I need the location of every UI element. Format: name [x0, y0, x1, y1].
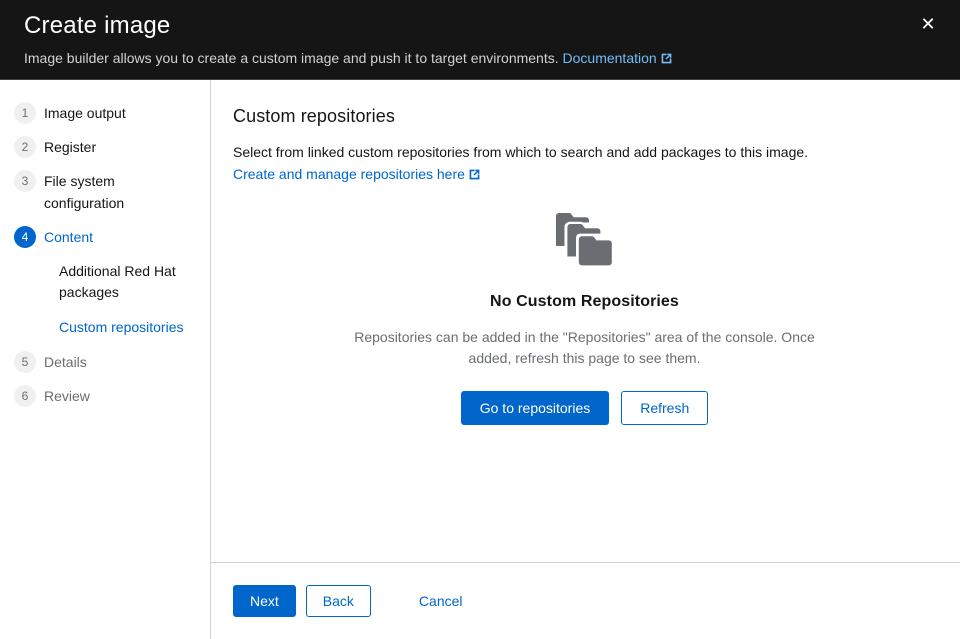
sidebar-subitem-label: Custom repositories [59, 319, 184, 335]
wizard-step-list: 1 Image output 2 Register 3 File system … [0, 96, 210, 413]
step-number-1: 1 [14, 102, 36, 124]
sidebar-item-details[interactable]: 5 Details [0, 345, 210, 379]
back-button[interactable]: Back [305, 585, 371, 617]
next-button[interactable]: Next [233, 585, 296, 617]
wizard-main: Custom repositories Select from linked c… [211, 80, 960, 639]
empty-state-title: No Custom Repositories [490, 293, 679, 310]
sidebar-item-register[interactable]: 2 Register [0, 130, 210, 164]
step-number-2: 2 [14, 136, 36, 158]
sidebar-item-label: File system configuration [44, 173, 125, 211]
sidebar-item-label: Review [44, 388, 90, 404]
wizard-subtitle-text: Image builder allows you to create a cus… [24, 50, 559, 66]
empty-state-body: Repositories can be added in the "Reposi… [354, 329, 815, 366]
close-icon[interactable]: ✕ [910, 6, 946, 42]
step-number-3: 3 [14, 170, 36, 192]
refresh-button[interactable]: Refresh [621, 391, 709, 425]
manage-repositories-link-label: Create and manage repositories here [233, 166, 465, 182]
sidebar-item-label: Image output [44, 105, 126, 121]
page-title: Create image [24, 12, 171, 39]
external-link-icon [660, 50, 673, 70]
sidebar-item-content[interactable]: 4 Content [0, 220, 210, 254]
section-title: Custom repositories [233, 106, 395, 126]
sidebar-item-label: Register [44, 139, 97, 155]
cancel-button[interactable]: Cancel [403, 586, 479, 616]
create-image-wizard: Create image Image builder allows you to… [0, 0, 960, 639]
documentation-link[interactable]: Documentation [563, 50, 673, 66]
wizard-footer: Next Back Cancel [211, 562, 960, 639]
sidebar-item-review[interactable]: 6 Review [0, 379, 210, 413]
wizard-header: Create image Image builder allows you to… [0, 0, 960, 80]
external-link-icon [468, 166, 481, 187]
sidebar-item-file-system-configuration[interactable]: 3 File system configuration [0, 164, 210, 220]
manage-repositories-link[interactable]: Create and manage repositories here [233, 164, 481, 187]
sidebar-item-additional-red-hat-packages[interactable]: Additional Red Hat packages [0, 254, 210, 310]
go-to-repositories-button[interactable]: Go to repositories [460, 391, 610, 425]
step-number-4: 4 [14, 226, 36, 248]
empty-state: No Custom Repositories Repositories can … [233, 213, 936, 425]
sidebar-subitem-label: Additional Red Hat packages [59, 263, 176, 300]
wizard-nav: 1 Image output 2 Register 3 File system … [0, 80, 211, 639]
section-description: Select from linked custom repositories f… [233, 144, 809, 160]
wizard-content: Custom repositories Select from linked c… [211, 80, 960, 562]
wizard-body: 1 Image output 2 Register 3 File system … [0, 80, 960, 639]
empty-state-actions: Go to repositories Refresh [460, 391, 709, 425]
folders-icon [555, 213, 614, 270]
sidebar-item-image-output[interactable]: 1 Image output [0, 96, 210, 130]
step-number-6: 6 [14, 385, 36, 407]
step-number-5: 5 [14, 351, 36, 373]
documentation-link-label: Documentation [562, 50, 657, 66]
sidebar-item-label: Details [44, 354, 87, 370]
sidebar-item-custom-repositories[interactable]: Custom repositories [0, 310, 210, 345]
sidebar-item-label: Content [44, 229, 94, 245]
wizard-subtitle: Image builder allows you to create a cus… [24, 48, 936, 70]
